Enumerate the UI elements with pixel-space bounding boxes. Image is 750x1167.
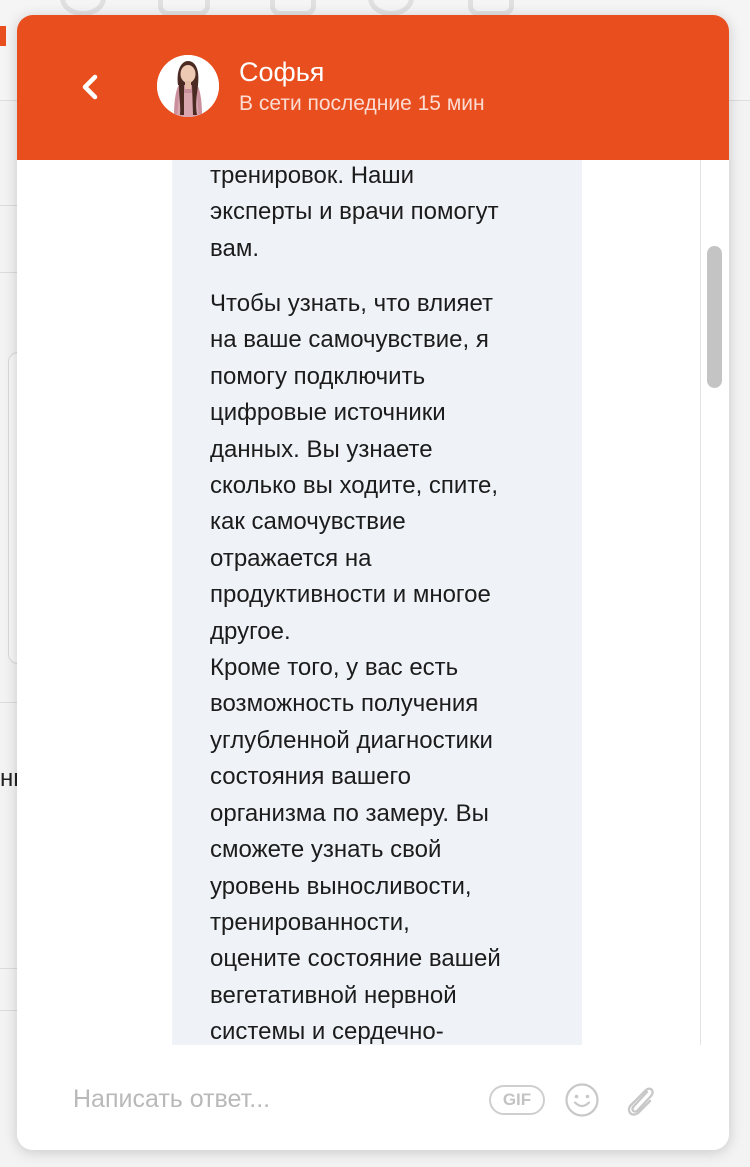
message-bubble: тренировок. Наши эксперты и врачи помогу… [172,135,582,1045]
gif-button[interactable]: GIF [489,1085,545,1115]
avatar-photo [157,55,219,117]
chevron-left-icon [82,74,98,100]
message-paragraph: Чтобы узнать, что влияет на ваше самочув… [210,290,501,1045]
background-card-icon [158,0,210,16]
message-list[interactable]: тренировок. Наши эксперты и врачи помогу… [17,15,729,1045]
background-logout-icon [468,0,514,16]
back-button[interactable] [75,67,105,107]
emoji-button[interactable] [563,1081,601,1119]
message-paragraph: тренировок. Наши эксперты и врачи помогу… [210,162,499,262]
attach-button[interactable] [621,1081,659,1121]
background-profile-icon [60,0,106,16]
scroll-track-border [700,160,701,1050]
background-location-icon [368,0,414,16]
chat-header: Софья В сети последние 15 мин [17,15,729,160]
reply-composer: GIF [17,1045,729,1150]
background-accent-mark [0,26,6,46]
smiley-icon [565,1083,599,1117]
paperclip-icon [627,1087,654,1116]
avatar [157,55,219,117]
reply-input[interactable] [73,1077,473,1121]
contact-name: Софья [239,57,325,87]
contact-status: В сети последние 15 мин [239,92,485,115]
scrollbar-thumb[interactable] [707,246,722,388]
background-document-icon [270,0,316,16]
chat-window: тренировок. Наши эксперты и врачи помогу… [17,15,729,1150]
